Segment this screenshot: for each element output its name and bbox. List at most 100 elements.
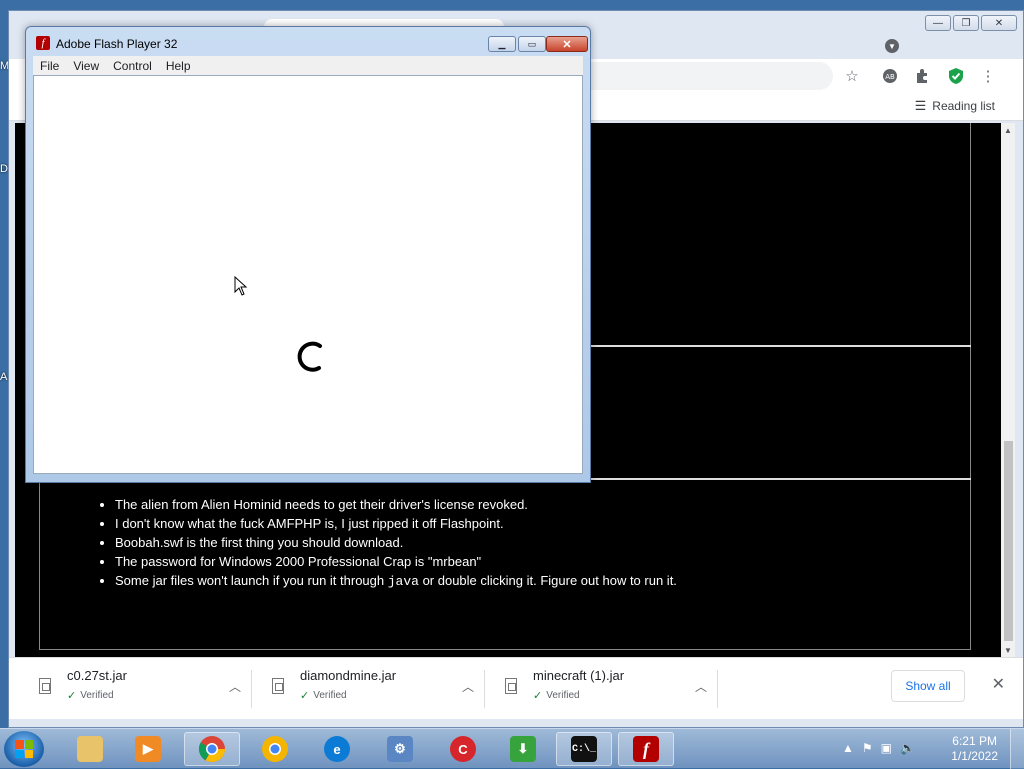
- window-title: Adobe Flash Player 32: [56, 37, 178, 51]
- media-player-icon: ▶: [135, 736, 161, 762]
- download-status: ✓ Verified: [533, 689, 580, 702]
- file-icon: [272, 678, 284, 694]
- adblock-extension-icon[interactable]: AB: [879, 65, 901, 87]
- page-scrollbar[interactable]: ▲ ▼: [1001, 123, 1015, 657]
- taskbar-explorer[interactable]: [62, 732, 118, 766]
- tab-search-icon[interactable]: ▼: [885, 39, 899, 53]
- mouse-pointer-icon: [234, 276, 248, 296]
- taskbar-edge[interactable]: e: [309, 732, 365, 766]
- list-item: I don't know what the fuck AMFPHP is, I …: [115, 514, 677, 533]
- download-status: ✓ Verified: [67, 689, 114, 702]
- minimize-button[interactable]: ▁: [488, 36, 516, 52]
- show-all-button[interactable]: Show all: [891, 670, 965, 702]
- taskbar-cmd[interactable]: C:\_: [556, 732, 612, 766]
- browser-minimize-button[interactable]: —: [925, 15, 951, 31]
- bookmark-star-icon[interactable]: ☆: [841, 65, 863, 87]
- download-item[interactable]: diamondmine.jar ✓ Verified ︿: [252, 668, 480, 708]
- menu-control[interactable]: Control: [113, 59, 152, 73]
- downloader-icon: ⬇: [510, 736, 536, 762]
- download-filename: diamondmine.jar: [300, 668, 397, 683]
- downloads-shelf: c0.27st.jar ✓ Verified ︿ diamondmine.jar …: [9, 657, 1023, 719]
- list-item-text: Some jar files won't launch if you run i…: [115, 573, 388, 588]
- close-icon[interactable]: ✕: [992, 674, 1005, 694]
- reading-list-button[interactable]: ☰ Reading list: [915, 98, 995, 114]
- taskbar-ccleaner[interactable]: C: [435, 732, 491, 766]
- flash-player-window: f Adobe Flash Player 32 ▁ ▭ ✕ File View …: [25, 26, 591, 483]
- taskbar-downloader[interactable]: ⬇: [495, 732, 551, 766]
- check-icon: ✓: [300, 690, 310, 702]
- browser-close-button[interactable]: ✕: [981, 15, 1017, 31]
- show-desktop-button[interactable]: [1010, 729, 1024, 769]
- check-icon: ✓: [533, 690, 543, 702]
- restore-icon: ❐: [961, 17, 971, 29]
- network-icon[interactable]: ▣: [881, 741, 892, 755]
- list-item: The alien from Alien Hominid needs to ge…: [115, 495, 677, 514]
- check-icon: ✓: [67, 690, 77, 702]
- close-button[interactable]: ✕: [546, 36, 588, 52]
- scroll-down-arrow-icon[interactable]: ▼: [1001, 643, 1015, 657]
- taskbar-media-player[interactable]: ▶: [120, 732, 176, 766]
- scrollbar-thumb[interactable]: [1004, 441, 1013, 641]
- browser-menu-icon[interactable]: ⋮: [977, 65, 999, 87]
- edge-icon: e: [324, 736, 350, 762]
- taskbar-chrome-canary[interactable]: [247, 732, 303, 766]
- download-item[interactable]: minecraft (1).jar ✓ Verified ︿: [485, 668, 713, 708]
- maximize-button[interactable]: ▭: [518, 36, 546, 52]
- reading-list-icon: ☰: [914, 98, 927, 113]
- flash-player-icon: f: [633, 736, 659, 762]
- windows-explorer-icon: [77, 736, 103, 762]
- show-hidden-icons-icon[interactable]: ▲: [842, 741, 854, 755]
- menu-help[interactable]: Help: [166, 59, 191, 73]
- action-center-flag-icon[interactable]: ⚑: [862, 741, 873, 755]
- menu-view[interactable]: View: [73, 59, 99, 73]
- list-item-text: or double clicking it. Figure out how to…: [418, 573, 677, 588]
- cmd-icon: C:\_: [571, 736, 597, 762]
- windows-logo-icon: [15, 740, 33, 758]
- file-icon: [39, 678, 51, 694]
- list-item: The password for Windows 2000 Profession…: [115, 552, 677, 571]
- ccleaner-icon: C: [450, 736, 476, 762]
- volume-icon[interactable]: 🔈: [900, 741, 915, 755]
- list-item: Boobah.swf is the first thing you should…: [115, 533, 677, 552]
- taskbar: ▶ e ⚙ C ⬇ C:\_ f ▲ ⚑ ▣ 🔈 6:21 PM 1/1/202…: [0, 728, 1024, 769]
- download-filename: c0.27st.jar: [67, 668, 127, 683]
- clock-date: 1/1/2022: [951, 749, 998, 763]
- download-item[interactable]: c0.27st.jar ✓ Verified ︿: [19, 668, 247, 708]
- start-button[interactable]: [4, 731, 44, 767]
- taskbar-control-panel[interactable]: ⚙: [372, 732, 428, 766]
- close-icon: ✕: [994, 17, 1004, 29]
- download-filename: minecraft (1).jar: [533, 668, 625, 683]
- file-icon: [505, 678, 517, 694]
- taskbar-chrome[interactable]: [184, 732, 240, 766]
- minimize-icon: ▁: [498, 38, 506, 49]
- clock[interactable]: 6:21 PM 1/1/2022: [951, 734, 998, 764]
- control-panel-icon: ⚙: [387, 736, 413, 762]
- flash-app-icon: f: [36, 36, 50, 50]
- flash-stage[interactable]: [33, 75, 583, 474]
- inline-code: java: [387, 574, 419, 589]
- system-tray: ▲ ⚑ ▣ 🔈 6:21 PM 1/1/2022: [834, 729, 1024, 769]
- minimize-icon: —: [933, 17, 943, 29]
- menu-bar: File View Control Help: [33, 56, 583, 75]
- chevron-up-icon[interactable]: ︿: [462, 678, 474, 695]
- chevron-up-icon[interactable]: ︿: [695, 678, 707, 695]
- chevron-up-icon[interactable]: ︿: [229, 678, 241, 695]
- close-icon: ✕: [562, 38, 572, 51]
- taskbar-flash-player[interactable]: f: [618, 732, 674, 766]
- scroll-up-arrow-icon[interactable]: ▲: [1001, 123, 1015, 137]
- browser-restore-button[interactable]: ❐: [953, 15, 979, 31]
- svg-text:AB: AB: [885, 73, 895, 81]
- divider: [717, 670, 718, 708]
- chrome-icon: [198, 736, 226, 763]
- download-status-label: Verified: [546, 690, 580, 701]
- shield-extension-icon[interactable]: [945, 65, 967, 87]
- horizontal-rule: [591, 345, 971, 347]
- loading-spinner-icon: [297, 341, 322, 372]
- list-item: Some jar files won't launch if you run i…: [115, 571, 677, 591]
- download-status-label: Verified: [313, 690, 347, 701]
- menu-file[interactable]: File: [40, 59, 59, 73]
- extensions-puzzle-icon[interactable]: [911, 65, 933, 87]
- notes-list: The alien from Alien Hominid needs to ge…: [67, 495, 677, 591]
- maximize-icon: ▭: [527, 38, 537, 49]
- clock-time: 6:21 PM: [952, 734, 997, 748]
